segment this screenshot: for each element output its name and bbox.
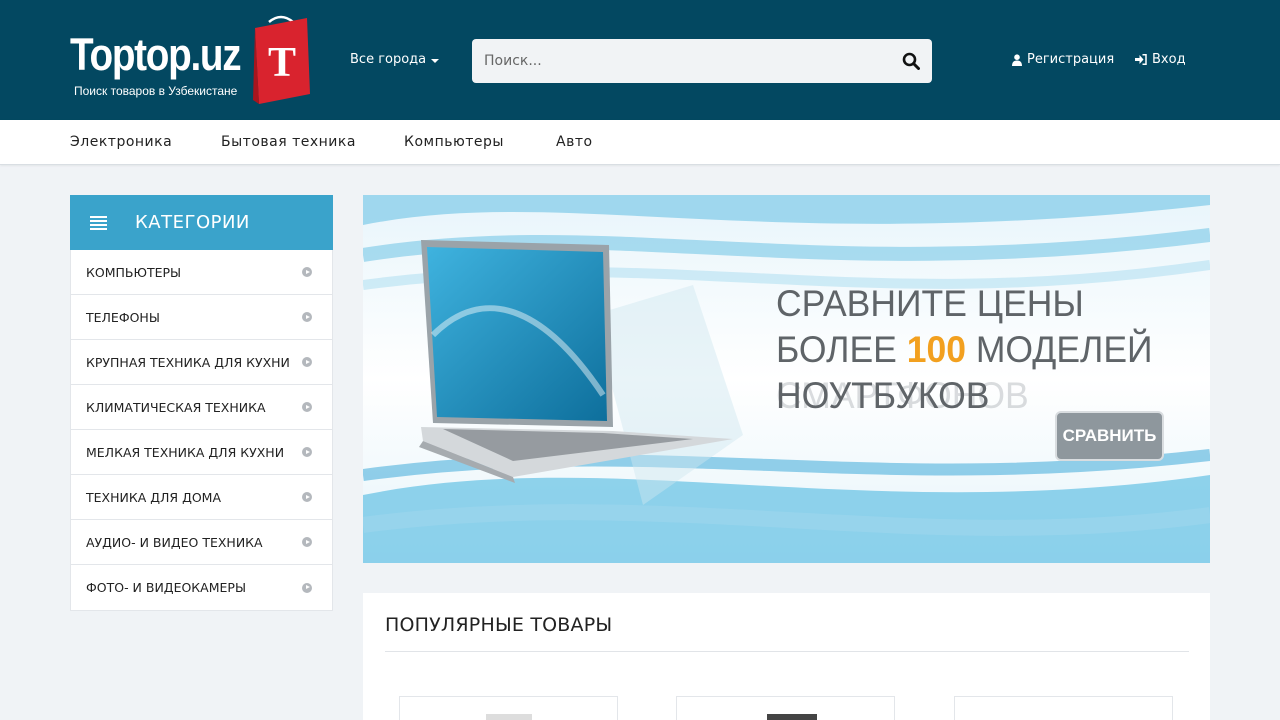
logo-tagline: Поиск товаров в Узбекистане [74,84,238,98]
banner-headline-2a: БОЛЕЕ [776,329,907,370]
circle-arrow-right-icon [302,402,312,412]
product-card[interactable] [399,696,618,720]
banner-compare-button[interactable]: СРАВНИТЬ [1055,411,1164,461]
circle-arrow-right-icon [302,537,312,547]
product-card[interactable] [954,696,1173,720]
product-card[interactable] [676,696,895,720]
search-bar [472,39,932,83]
search-input[interactable] [472,39,890,83]
city-selector[interactable]: Все города [350,52,440,67]
circle-arrow-right-icon [302,357,312,367]
categories-title: КАТЕГОРИИ [135,212,250,233]
banner-headline-3: НОУТБУКОВ [776,375,990,416]
site-logo[interactable]: Toptop.uz Поиск товаров в Узбекистане T [70,14,312,106]
login-link[interactable]: Вход [1135,52,1186,67]
banner-headline-2: БОЛЕЕ 100 МОДЕЛЕЙ [776,329,1153,371]
banner-headline-2b: МОДЕЛЕЙ [965,329,1153,370]
category-label: КРУПНАЯ ТЕХНИКА ДЛЯ КУХНИ [86,354,290,370]
register-label: Регистрация [1027,52,1115,67]
category-item-computers[interactable]: КОМПЬЮТЕРЫ [71,250,332,295]
category-label: ТЕХНИКА ДЛЯ ДОМА [86,489,222,505]
shopping-bag-icon: T [251,14,311,106]
categories-header: КАТЕГОРИИ [70,195,333,250]
category-item-climate[interactable]: КЛИМАТИЧЕСКАЯ ТЕХНИКА [71,385,332,430]
product-image [486,714,532,720]
popular-products-title: ПОПУЛЯРНЫЕ ТОВАРЫ [385,614,613,636]
section-divider [385,651,1189,652]
category-label: КОМПЬЮТЕРЫ [86,264,182,280]
category-label: КЛИМАТИЧЕСКАЯ ТЕХНИКА [86,399,266,415]
logo-wordmark: Toptop.uz [70,29,242,80]
nav-item-electronics[interactable]: Электроника [70,134,172,150]
circle-arrow-right-icon [302,312,312,322]
nav-item-appliances[interactable]: Бытовая техника [221,134,356,150]
category-label: ФОТО- И ВИДЕОКАМЕРЫ [86,580,246,595]
city-label: Все города [350,52,427,67]
logo-bag-letter: T [268,40,296,86]
circle-arrow-right-icon [302,582,312,593]
circle-arrow-right-icon [302,447,312,457]
category-navbar: Электроника Бытовая техника Компьютеры А… [0,120,1280,165]
nav-item-computers[interactable]: Компьютеры [404,134,504,150]
login-label: Вход [1152,52,1186,67]
promo-banner[interactable]: СРАВНИТЕ ЦЕНЫ БОЛЕЕ 100 МОДЕЛЕЙ СМАРТФОН… [363,195,1210,563]
circle-arrow-right-icon [302,492,312,502]
circle-arrow-right-icon [302,267,312,277]
category-label: АУДИО- И ВИДЕО ТЕХНИКА [86,534,263,550]
search-icon [902,52,920,70]
category-item-audio-video[interactable]: АУДИО- И ВИДЕО ТЕХНИКА [71,520,332,565]
popular-products-section: ПОПУЛЯРНЫЕ ТОВАРЫ [363,593,1210,720]
top-header: Toptop.uz Поиск товаров в Узбекистане T … [0,0,1280,120]
register-link[interactable]: Регистрация [1012,52,1114,67]
category-item-home[interactable]: ТЕХНИКА ДЛЯ ДОМА [71,475,332,520]
bars-icon [90,214,107,232]
sign-in-icon [1135,54,1147,65]
product-image [767,714,817,720]
category-label: МЕЛКАЯ ТЕХНИКА ДЛЯ КУХНИ [86,444,285,460]
banner-headline-1: СРАВНИТЕ ЦЕНЫ [776,283,1084,324]
search-button[interactable] [890,39,932,83]
banner-number: 100 [906,329,966,370]
nav-item-auto[interactable]: Авто [556,134,593,150]
category-item-kitchen-small[interactable]: МЕЛКАЯ ТЕХНИКА ДЛЯ КУХНИ [71,430,332,475]
category-item-phones[interactable]: ТЕЛЕФОНЫ [71,295,332,340]
categories-list: КОМПЬЮТЕРЫ ТЕЛЕФОНЫ КРУПНАЯ ТЕХНИКА ДЛЯ … [70,250,333,611]
category-item-cameras[interactable]: ФОТО- И ВИДЕОКАМЕРЫ [71,565,332,610]
caret-down-icon [431,58,440,63]
category-label: ТЕЛЕФОНЫ [86,309,160,325]
category-item-kitchen-large[interactable]: КРУПНАЯ ТЕХНИКА ДЛЯ КУХНИ [71,340,332,385]
user-icon [1012,53,1022,66]
